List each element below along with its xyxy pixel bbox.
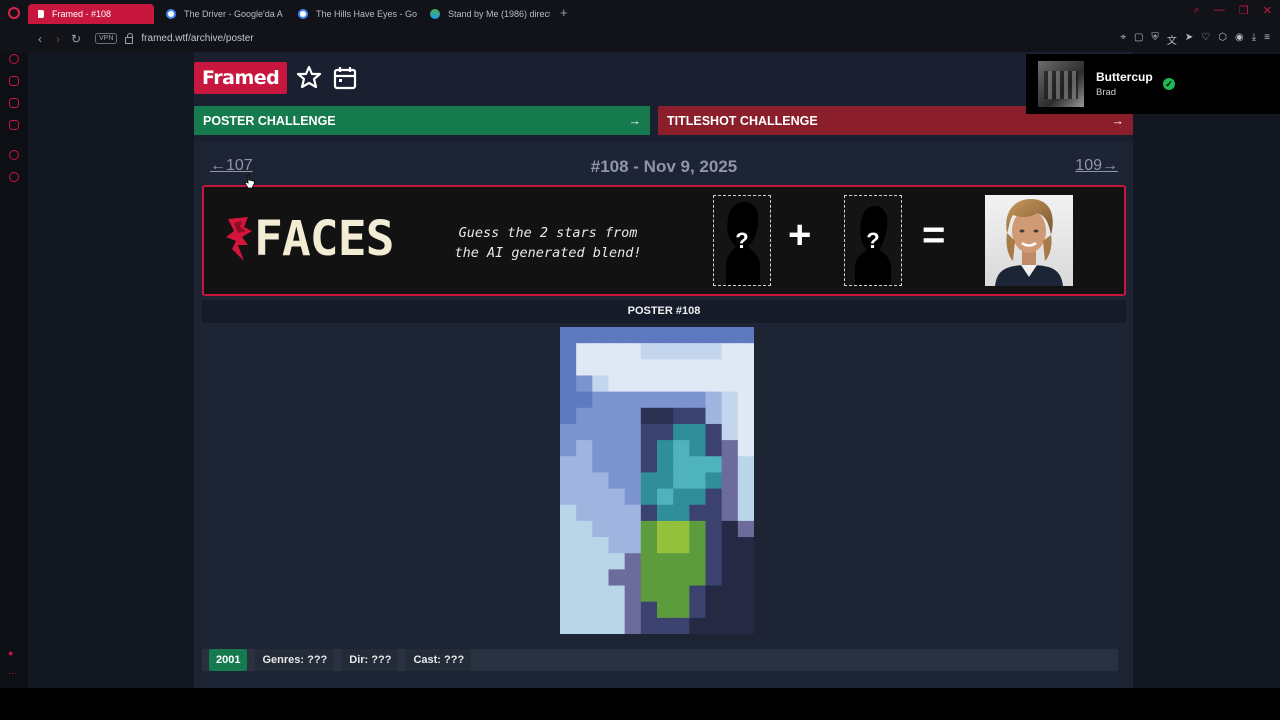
faces-tagline: Guess the 2 stars from the AI generated …	[448, 223, 648, 263]
browser-tab-bar: Framed - #108 The Driver - Google'da A T…	[0, 0, 1280, 25]
poster-challenge-label: POSTER CHALLENGE	[203, 113, 336, 128]
mystery-face-slot: ?	[713, 195, 771, 286]
download-icon[interactable]: ⤓	[1252, 32, 1256, 47]
tab-label: Stand by Me (1986) direct	[448, 8, 550, 19]
opera-logo-icon[interactable]	[0, 0, 28, 25]
tab-the-driver[interactable]: The Driver - Google'da A	[160, 4, 286, 24]
faces-tagline-line-1: Guess the 2 stars from	[458, 225, 638, 241]
sidebar-chat-icon[interactable]	[9, 98, 19, 108]
back-icon[interactable]: ‹	[31, 32, 49, 46]
titleshot-challenge-label: TITLESHOT CHALLENGE	[667, 113, 818, 128]
movie-hints-row: 2001 Genres: ??? Dir: ??? Cast: ???	[202, 649, 1118, 671]
sidebar-settings-icon[interactable]	[9, 172, 19, 182]
extensions-icon[interactable]: ⬡	[1218, 32, 1227, 47]
sidebar-dot-icon[interactable]: ●	[8, 648, 13, 658]
send-icon[interactable]: ➤	[1185, 32, 1193, 47]
tab-framed[interactable]: Framed - #108	[28, 3, 154, 24]
sidebar-more-icon[interactable]: ···	[8, 668, 17, 678]
pin-icon[interactable]: ⌖	[1120, 32, 1126, 47]
forward-icon[interactable]: ›	[49, 32, 67, 46]
ai-blend-portrait	[985, 195, 1073, 286]
faces-logo: FACES	[224, 215, 394, 263]
sidebar-music-icon[interactable]	[9, 120, 19, 130]
track-title: Buttercup	[1096, 70, 1153, 84]
poster-header: POSTER #108	[202, 300, 1126, 323]
mystery-question-mark: ?	[735, 228, 749, 253]
now-playing-text: Buttercup Brad	[1096, 70, 1153, 98]
faces-mascot-icon	[226, 217, 252, 261]
google-favicon-icon	[298, 8, 308, 19]
profile-icon[interactable]: ◉	[1235, 32, 1244, 47]
tab-label: The Hills Have Eyes - Go	[316, 8, 418, 19]
genres-hint: Genres: ???	[255, 649, 335, 671]
cast-hint: Cast: ???	[406, 649, 472, 671]
framed-logo[interactable]: Framed	[194, 62, 288, 94]
plus-icon: +	[788, 213, 812, 257]
equals-icon: =	[922, 213, 946, 257]
address-bar: ‹ › ↻ VPN framed.wtf/archive/poster ⌖ ▢ …	[0, 25, 1280, 52]
faces-banner[interactable]: FACES Guess the 2 stars from the AI gene…	[202, 185, 1126, 296]
vpn-badge[interactable]: VPN	[95, 33, 118, 44]
mystery-face-slot: ?	[844, 195, 902, 286]
shield-icon[interactable]: ⛨	[1151, 32, 1159, 47]
archive-navigation: #108 - Nov 9, 2025 ←107 109→	[210, 157, 1118, 181]
faces-title: FACES	[254, 211, 394, 267]
sidebar-clock-icon[interactable]	[9, 150, 19, 160]
menu-icon[interactable]: ≡	[1264, 32, 1270, 47]
album-art	[1038, 61, 1084, 107]
minimize-icon[interactable]: —	[1214, 4, 1225, 17]
translate-icon[interactable]: 文	[1167, 32, 1177, 47]
page-title: #108 - Nov 9, 2025	[590, 157, 738, 176]
calendar-icon[interactable]	[331, 64, 359, 92]
tab-stand-by-me[interactable]: Stand by Me (1986) direct	[424, 4, 550, 24]
maximize-icon[interactable]: ❐	[1239, 4, 1249, 17]
framed-favicon-icon	[34, 9, 44, 18]
new-tab-button[interactable]: +	[560, 5, 568, 20]
web-page: Framed POSTER CHALLENGE → TITLESHOT CHAL…	[28, 52, 1280, 688]
puzzle-icon[interactable]	[295, 64, 323, 92]
arrow-right-icon: →	[628, 113, 642, 128]
director-hint: Dir: ???	[342, 649, 399, 671]
reload-icon[interactable]: ↻	[67, 32, 85, 46]
tab-hills-have-eyes[interactable]: The Hills Have Eyes - Go	[292, 4, 418, 24]
track-artist: Brad	[1096, 87, 1117, 98]
next-link[interactable]: 109→	[1075, 157, 1118, 175]
snapshot-icon[interactable]: ▢	[1134, 32, 1143, 47]
search-tabs-icon[interactable]: ⌕	[1194, 4, 1200, 17]
wiki-favicon-icon	[430, 8, 440, 19]
mouse-cursor-icon	[245, 174, 255, 188]
close-icon[interactable]: ✕	[1263, 4, 1272, 17]
sidebar: ● ···	[0, 52, 28, 688]
window-controls: ⌕ — ❐ ✕	[1194, 4, 1272, 17]
pixelated-poster	[560, 327, 754, 634]
now-playing-popup[interactable]: Buttercup Brad ✓	[1026, 54, 1280, 114]
arrow-right-icon: →	[1111, 113, 1125, 128]
checkmark-icon: ✓	[1163, 78, 1175, 90]
taskbar	[0, 688, 1280, 720]
heart-icon[interactable]: ♡	[1201, 32, 1210, 47]
sidebar-bag-icon[interactable]	[9, 76, 19, 86]
tab-label: Framed - #108	[52, 8, 112, 19]
sidebar-history-icon[interactable]	[9, 54, 19, 64]
google-favicon-icon	[166, 8, 176, 19]
extension-icons: ⌖ ▢ ⛨ 文 ➤ ♡ ⬡ ◉ ⤓ ≡	[1120, 32, 1270, 47]
lock-icon[interactable]	[125, 32, 134, 44]
faces-tagline-line-2: the AI generated blend!	[454, 245, 642, 261]
tab-label: The Driver - Google'da A	[184, 8, 283, 19]
site-header: Framed	[194, 62, 359, 94]
poster-challenge-button[interactable]: POSTER CHALLENGE →	[194, 106, 650, 135]
url-field[interactable]: framed.wtf/archive/poster	[141, 33, 253, 44]
mystery-question-mark: ?	[866, 228, 880, 253]
year-badge: 2001	[209, 649, 248, 671]
previous-link[interactable]: ←107	[210, 157, 253, 175]
